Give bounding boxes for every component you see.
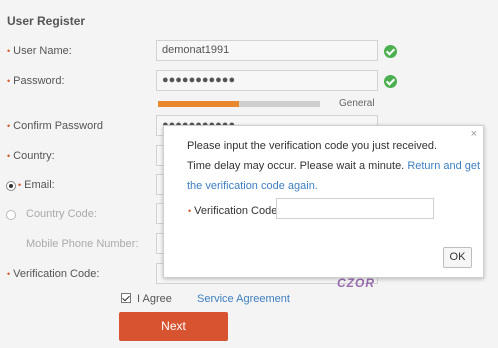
password-label: • Password:	[7, 75, 65, 87]
next-button[interactable]: Next	[119, 312, 228, 341]
service-agreement-link[interactable]: Service Agreement	[197, 293, 290, 305]
password-strength-fill	[158, 101, 239, 107]
agree-checkbox[interactable]	[121, 293, 131, 303]
phone-radio[interactable]	[6, 210, 16, 220]
ok-button[interactable]: OK	[443, 247, 472, 268]
country-code-label: Country Code:	[26, 208, 97, 220]
resend-link[interactable]: Return and get	[407, 160, 480, 172]
password-strength-label: General	[339, 98, 375, 109]
page-title: User Register	[7, 14, 86, 28]
username-field[interactable]: demonat1991	[156, 40, 378, 61]
resend-link-cont[interactable]: the verification code again.	[187, 180, 318, 192]
verification-code-input[interactable]	[276, 198, 434, 219]
email-radio[interactable]	[6, 181, 16, 191]
confirm-password-label: • Confirm Password	[7, 120, 104, 132]
username-label: • User Name:	[7, 45, 72, 57]
check-circle-icon	[384, 75, 397, 88]
captcha-image[interactable]: CZOR	[337, 276, 375, 290]
dialog-message-line2: Time delay may occur. Please wait a minu…	[187, 160, 481, 172]
country-label: • Country:	[7, 150, 55, 162]
dialog-message-line1: Please input the verification code you j…	[187, 140, 438, 152]
code-label: • Verification Code:	[188, 205, 281, 217]
dialog-message-line3: the verification code again.	[187, 180, 318, 192]
verification-label: • Verification Code:	[7, 268, 100, 280]
verification-dialog: × Please input the verification code you…	[163, 125, 484, 278]
password-strength-bar	[158, 101, 320, 107]
email-label: • Email:	[18, 179, 55, 191]
close-icon[interactable]: ×	[471, 128, 477, 140]
agree-label: I Agree	[137, 293, 172, 305]
mobile-label: Mobile Phone Number:	[26, 238, 139, 250]
check-circle-icon	[384, 45, 397, 58]
password-field[interactable]: ●●●●●●●●●●●	[156, 70, 378, 91]
